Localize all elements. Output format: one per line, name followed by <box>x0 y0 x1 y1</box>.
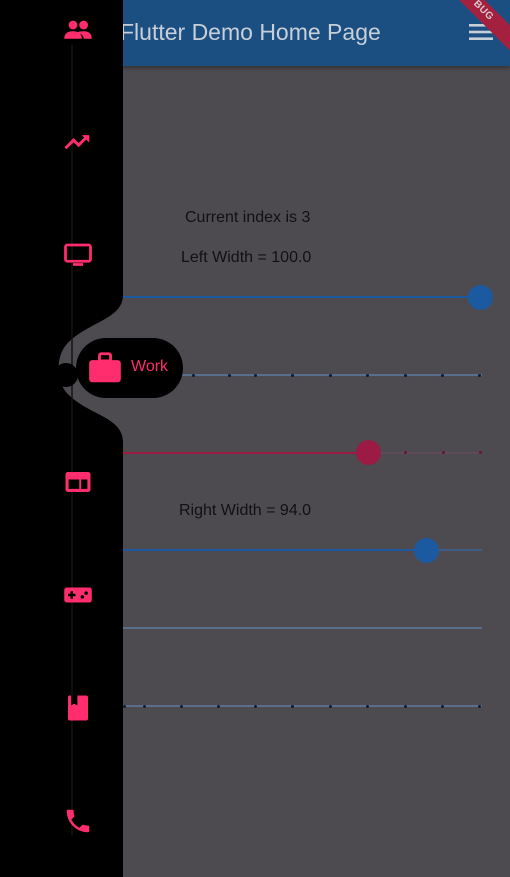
slider-tick <box>404 451 407 454</box>
slider-tick <box>291 704 294 708</box>
slider-tick <box>404 704 407 708</box>
slider-tick <box>254 704 257 708</box>
web-panel-icon <box>65 472 91 492</box>
nav-book[interactable] <box>58 688 98 728</box>
right-width-text: Right Width = 94.0 <box>179 502 312 519</box>
slider-tick <box>366 704 369 708</box>
nav-phone[interactable] <box>58 801 98 841</box>
slider-thumb[interactable] <box>356 440 381 465</box>
briefcase-icon <box>89 352 121 383</box>
slider-tick <box>366 373 369 377</box>
slider-tick <box>329 373 332 377</box>
current-index-text: Current index is 3 <box>185 209 311 226</box>
nav-indicator-dot <box>54 363 78 387</box>
slider-tick <box>291 373 294 377</box>
gamepad-icon <box>64 587 92 603</box>
slider-tick <box>404 373 407 377</box>
nav-trending[interactable] <box>58 122 98 162</box>
nav-item-label: Work <box>131 358 169 375</box>
nav-web-panel[interactable] <box>58 462 98 502</box>
trending-up-icon <box>64 135 90 150</box>
book-icon <box>68 695 88 721</box>
slider-tick <box>441 373 444 377</box>
slider-tick <box>479 451 482 454</box>
slider-tick <box>441 704 444 708</box>
slider-inactive-track <box>370 452 482 454</box>
nav-gamepad[interactable] <box>58 575 98 615</box>
slider-thumb[interactable] <box>468 285 493 310</box>
phone-icon <box>66 809 90 833</box>
slider-tick <box>217 704 220 708</box>
slider-thumb[interactable] <box>414 538 439 563</box>
nav-monitor[interactable] <box>58 235 98 275</box>
slider-tick <box>329 704 332 708</box>
left-width-text: Left Width = 100.0 <box>181 249 312 266</box>
slider-tick <box>228 373 231 377</box>
slider-tick <box>192 373 195 377</box>
slider-tick <box>442 451 445 454</box>
slider-tick <box>478 704 481 708</box>
slider-tick <box>478 373 481 377</box>
nav-people[interactable] <box>58 10 98 50</box>
monitor-icon <box>64 243 92 266</box>
slider-tick <box>254 373 257 377</box>
people-icon <box>64 20 92 39</box>
